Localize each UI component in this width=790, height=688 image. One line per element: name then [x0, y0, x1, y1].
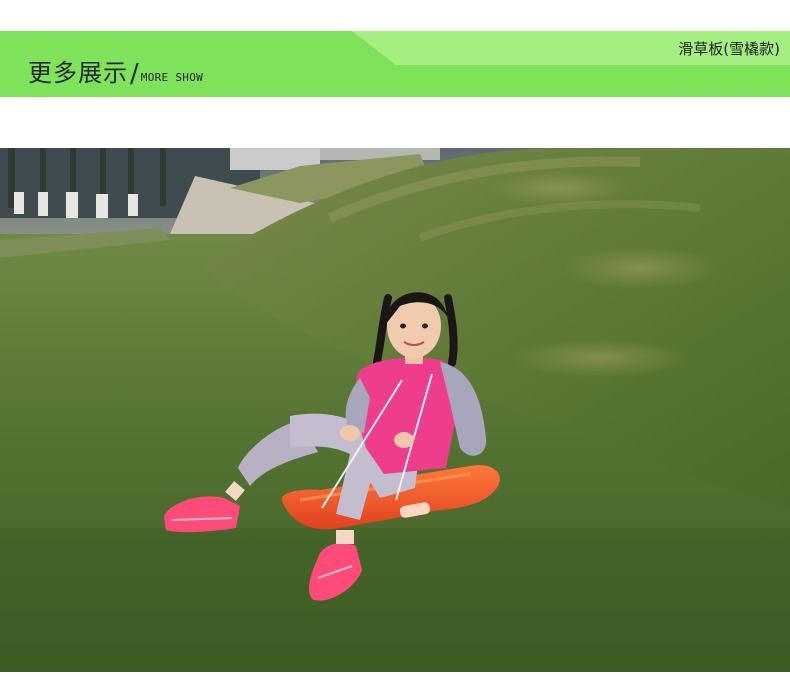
section-title-subtitle: MORE SHOW — [140, 71, 204, 84]
section-header-banner: 更多展示 / MORE SHOW 滑草板(雪橇款) — [0, 31, 790, 97]
product-photo — [0, 148, 790, 672]
product-variant-label: 滑草板(雪橇款) — [678, 40, 780, 58]
section-title: 更多展示 / MORE SHOW — [28, 53, 204, 89]
section-title-main: 更多展示 — [28, 59, 128, 87]
girl-on-grass-sled-image — [0, 148, 790, 672]
section-title-separator: / — [130, 59, 139, 89]
